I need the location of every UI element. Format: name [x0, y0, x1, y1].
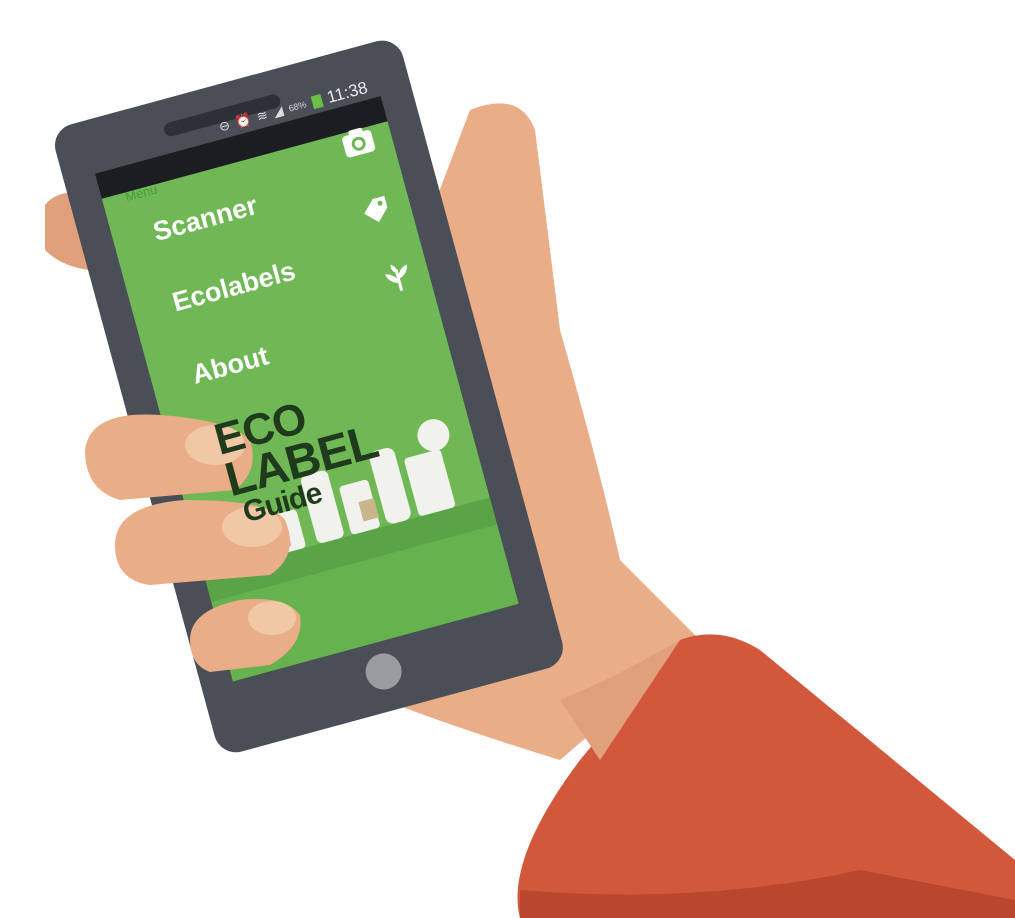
- menu-header: Menu: [123, 181, 159, 205]
- illustration: ⊖ ⏰ ≋ ◢ 68% 11:38 Menu Scanner Ecolabels…: [0, 0, 1015, 918]
- battery-icon: [310, 93, 324, 109]
- menu-item-scanner[interactable]: Scanner: [150, 190, 261, 248]
- menu-item-ecolabels[interactable]: Ecolabels: [169, 255, 299, 318]
- ecolabel-guide-logo: ECO LABEL Guide: [209, 382, 389, 529]
- signal-icon: ◢: [271, 102, 285, 120]
- vibrate-icon: ⊖: [217, 117, 232, 135]
- wifi-icon: ≋: [254, 106, 270, 125]
- battery-percent: 68%: [287, 99, 308, 114]
- menu-item-about[interactable]: About: [189, 340, 272, 390]
- alarm-icon: ⏰: [233, 111, 254, 131]
